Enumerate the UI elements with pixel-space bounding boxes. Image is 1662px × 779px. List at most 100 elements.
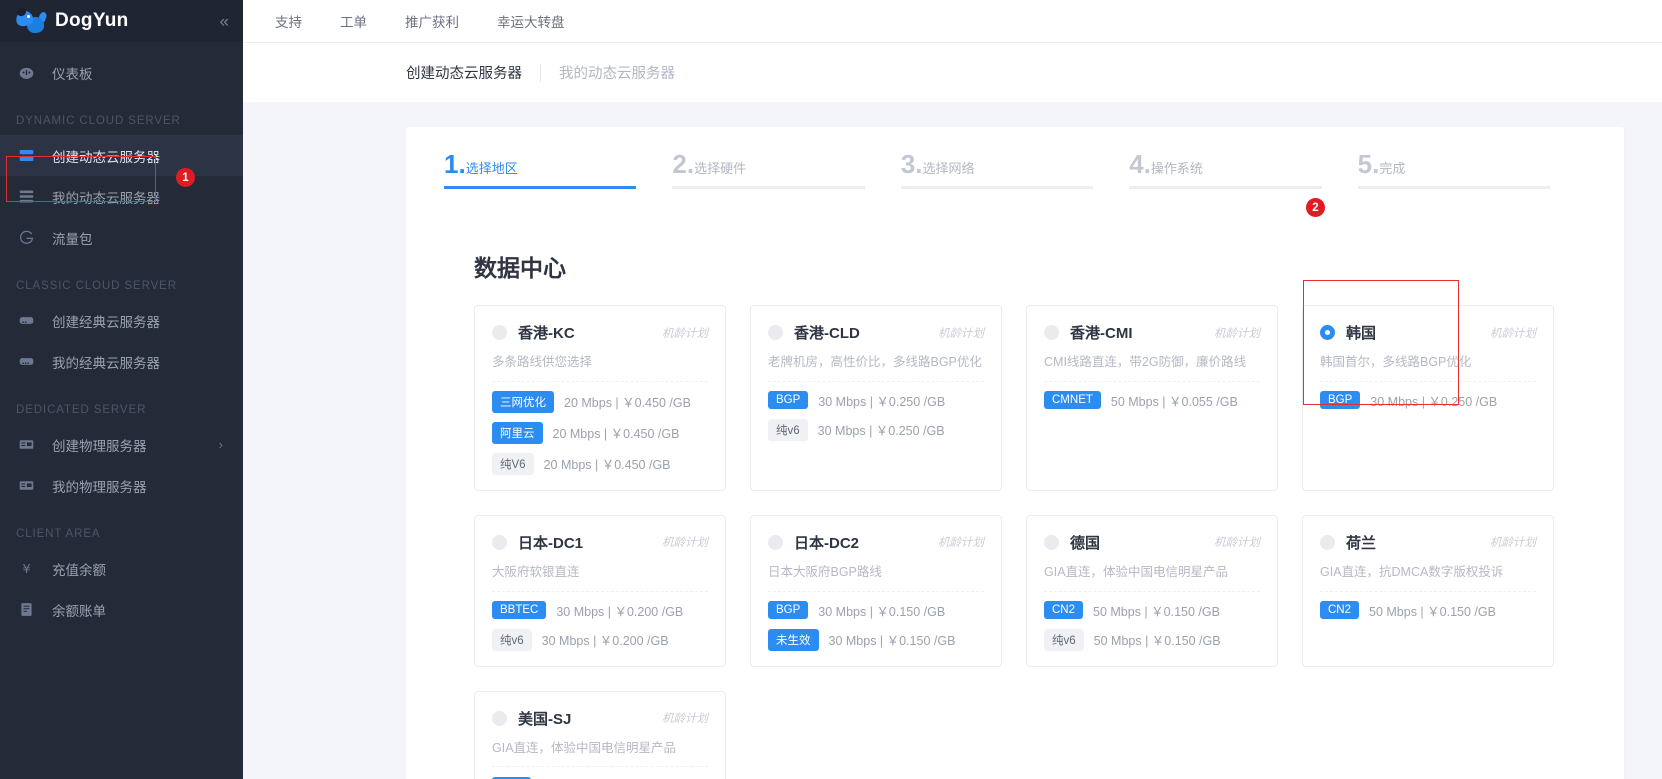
- step-progress-bar: [900, 186, 1094, 189]
- dc-name: 日本-DC1: [518, 534, 584, 552]
- line-tag: 纯v6: [1044, 628, 1084, 651]
- line-row[interactable]: 纯V6 20 Mbps | ￥0.450 /GB: [492, 452, 708, 475]
- collapse-sidebar-icon[interactable]: «: [220, 13, 230, 30]
- topbar-link-3[interactable]: 幸运大转盘: [497, 11, 565, 31]
- wizard-step-3[interactable]: 3. 选择网络: [900, 151, 1129, 201]
- dogyun-logo-icon: [14, 6, 48, 34]
- wizard-step-5[interactable]: 5. 完成: [1357, 149, 1586, 201]
- page-tabbar: 创建动态云服务器 我的动态云服务器: [243, 42, 1662, 102]
- step-progress-bar: [1129, 186, 1322, 189]
- sidebar-item-create-dynamic-cloud-server[interactable]: 创建动态云服务器: [0, 135, 243, 176]
- sidebar-item-nav-1-2[interactable]: 流量包: [0, 217, 243, 258]
- sidebar-item-nav-1-1[interactable]: 我的动态云服务器: [0, 176, 243, 217]
- dc-card-2[interactable]: 香港-CMI 机龄计划 CMI线路直连，带2G防御，廉价路线 CMNET 50 Mbps…: [1026, 305, 1278, 491]
- line-row[interactable]: 纯v6 30 Mbps | ￥0.250 /GB: [768, 418, 984, 441]
- line-meta: 50 Mbps | ￥0.150 /GB: [1093, 634, 1221, 648]
- topbar-link-2[interactable]: 推广获利: [405, 11, 459, 31]
- dc-card-header: 香港-KC 机龄计划: [492, 322, 708, 343]
- sidebar-item-nav-4-1[interactable]: 余额账单: [0, 589, 243, 630]
- dc-radio-icon[interactable]: [1044, 534, 1059, 550]
- topbar-link-1[interactable]: 工单: [340, 11, 367, 31]
- dc-name: 香港-CLD: [794, 325, 860, 342]
- line-row[interactable]: 阿里云 20 Mbps | ￥0.450 /GB: [492, 421, 708, 444]
- wizard-panel: 1. 选择地区 2. 选择硬件 3. 选择网络 4. 操作系统 5. 完成 数据中心 香港-KC 机…: [406, 127, 1624, 779]
- dc-radio-icon[interactable]: [1044, 325, 1059, 340]
- dc-radio-icon[interactable]: [768, 534, 783, 550]
- step-progress-bar: [444, 186, 637, 189]
- line-meta: 30 Mbps | ￥0.200 /GB: [556, 604, 684, 619]
- step-text: 选择网络: [922, 161, 975, 176]
- dc-card-1[interactable]: 香港-CLD 机龄计划 老牌机房，高性价比，多线路BGP优化 BGP 30 Mbps |…: [750, 305, 1002, 491]
- app-root: DogYun « 仪表板 DYNAMIC CLOUD SERVER 创建动态云服务器…: [0, 0, 1662, 779]
- dc-description: GIA直连，体验中国电信明星产品: [492, 739, 708, 768]
- sidebar-group-title: DEDICATED SERVER: [16, 404, 147, 416]
- dc-card-header: 日本-DC1 机龄计划: [492, 532, 708, 553]
- line-row[interactable]: BGP 30 Mbps | ￥0.250 /GB: [768, 391, 984, 410]
- line-tag: BGP: [1320, 391, 1361, 410]
- sidebar-item-label: 我的经典云服务器: [52, 355, 160, 371]
- dc-plan-label: 机龄计划: [1214, 537, 1260, 550]
- sidebar-item-nav-3-0[interactable]: 创建物理服务器 ›: [0, 424, 243, 465]
- dc-radio-icon[interactable]: [768, 325, 783, 340]
- cloud-create-icon: [16, 311, 36, 331]
- dc-card-8[interactable]: 美国-SJ机龄计划GIA直连，体验中国电信明星产品CN2100 Mbps | ￥…: [474, 690, 726, 779]
- line-row[interactable]: 纯v6 50 Mbps | ￥0.150 /GB: [1044, 628, 1260, 651]
- dc-card-6[interactable]: 德国 机龄计划 GIA直连，体验中国电信明星产品 CN2 50 Mbps | ￥0.15…: [1026, 514, 1278, 667]
- line-row[interactable]: 纯v6 30 Mbps | ￥0.200 /GB: [492, 628, 708, 651]
- step-text: 选择地区: [465, 161, 518, 176]
- dc-name: 日本-DC2: [794, 534, 860, 552]
- line-row[interactable]: CN2 50 Mbps | ￥0.150 /GB: [1044, 601, 1260, 620]
- line-row[interactable]: BGP 30 Mbps | ￥0.150 /GB: [768, 601, 984, 620]
- wizard-step-1[interactable]: 1. 选择地区: [444, 151, 672, 201]
- dc-card-header: 韩国 机龄计划: [1320, 322, 1536, 343]
- dc-plan-label: 机龄计划: [662, 537, 708, 550]
- line-row[interactable]: CN2 50 Mbps | ￥0.150 /GB: [1320, 601, 1536, 620]
- dc-card-4[interactable]: 日本-DC1 机龄计划 大阪府软银直连 BBTEC 30 Mbps | ￥0.200 /…: [474, 514, 726, 667]
- dc-description: CMI线路直连，带2G防御，廉价路线: [1044, 353, 1260, 382]
- dc-radio-icon[interactable]: [492, 534, 507, 550]
- dc-name: 香港-CMI: [1070, 325, 1133, 342]
- dc-description: 老牌机房，高性价比，多线路BGP优化: [768, 353, 984, 382]
- dc-card-0[interactable]: 香港-KC 机龄计划多条路线供您选择三网优化 20 Mbps | ￥0.450 /G…: [474, 305, 726, 491]
- tab-my-dynamic-cloud-servers[interactable]: 我的动态云服务器: [559, 62, 675, 83]
- line-meta: 30 Mbps | ￥0.250 /GB: [817, 424, 945, 439]
- sidebar-item-nav-3-1[interactable]: 我的物理服务器: [0, 465, 243, 506]
- step-number: 5.: [1357, 149, 1380, 179]
- dc-radio-icon[interactable]: [1320, 325, 1335, 340]
- dedicated-create-icon: [16, 435, 36, 455]
- dc-card-header: 荷兰 机龄计划: [1320, 532, 1536, 553]
- dc-card-header: 德国 机龄计划: [1044, 532, 1260, 553]
- wizard-step-2[interactable]: 2. 选择硬件: [672, 151, 900, 201]
- dc-name: 德国: [1070, 534, 1101, 552]
- line-row[interactable]: 未生效 30 Mbps | ￥0.150 /GB: [768, 628, 984, 651]
- tab-create-dynamic-cloud-server[interactable]: 创建动态云服务器: [406, 62, 522, 83]
- sidebar-item-label: 仪表板: [52, 66, 93, 82]
- line-tag: CN2: [1044, 601, 1084, 619]
- dc-radio-icon[interactable]: [1320, 534, 1335, 550]
- dc-card-3[interactable]: 韩国 机龄计划 韩国首尔，多线路BGP优化 BGP 30 Mbps | ￥0.250 /…: [1302, 305, 1554, 491]
- wizard-step-4[interactable]: 4. 操作系统: [1129, 151, 1357, 201]
- line-row[interactable]: BBTEC 30 Mbps | ￥0.200 /GB: [492, 601, 708, 620]
- sidebar-item-nav-4-0[interactable]: ¥ 充值余额: [0, 548, 243, 589]
- sidebar-item-nav-2-0[interactable]: 创建经典云服务器: [0, 300, 243, 341]
- dc-card-5[interactable]: 日本-DC2 机龄计划 日本大阪府BGP路线 BGP 30 Mbps | ￥0.150 …: [750, 514, 1002, 667]
- dc-card-header: 日本-DC2 机龄计划: [768, 532, 984, 553]
- sidebar-item-nav-2-1[interactable]: 我的经典云服务器: [0, 341, 243, 382]
- dc-description: 多条路线供您选择: [492, 353, 708, 382]
- dc-radio-icon[interactable]: [492, 325, 507, 340]
- step-text: 完成: [1379, 161, 1406, 176]
- line-row[interactable]: CMNET 50 Mbps | ￥0.055 /GB: [1044, 391, 1260, 410]
- dc-card-header: 美国-SJ 机龄计划: [492, 708, 708, 729]
- line-row[interactable]: BGP 30 Mbps | ￥0.250 /GB: [1320, 391, 1536, 410]
- dc-plan-label: 机龄计划: [938, 537, 984, 550]
- dc-card-header: 香港-CMI 机龄计划: [1044, 322, 1260, 343]
- dashboard-icon: [16, 63, 36, 83]
- line-row[interactable]: 三网优化 20 Mbps | ￥0.450 /GB: [492, 390, 708, 413]
- sidebar-item-nav-0-0[interactable]: 仪表板: [0, 52, 243, 93]
- chevron-right-icon[interactable]: ›: [219, 437, 223, 452]
- topbar-link-0[interactable]: 支持: [275, 11, 302, 31]
- dc-card-7[interactable]: 荷兰 机龄计划 GIA直连，抗DMCA数字版权投诉 CN2 50 Mbps | ￥0.1…: [1302, 514, 1554, 667]
- line-meta: 30 Mbps | ￥0.250 /GB: [1370, 394, 1498, 409]
- dc-radio-icon[interactable]: [492, 710, 507, 726]
- sidebar-item-label: 创建物理服务器: [52, 438, 147, 454]
